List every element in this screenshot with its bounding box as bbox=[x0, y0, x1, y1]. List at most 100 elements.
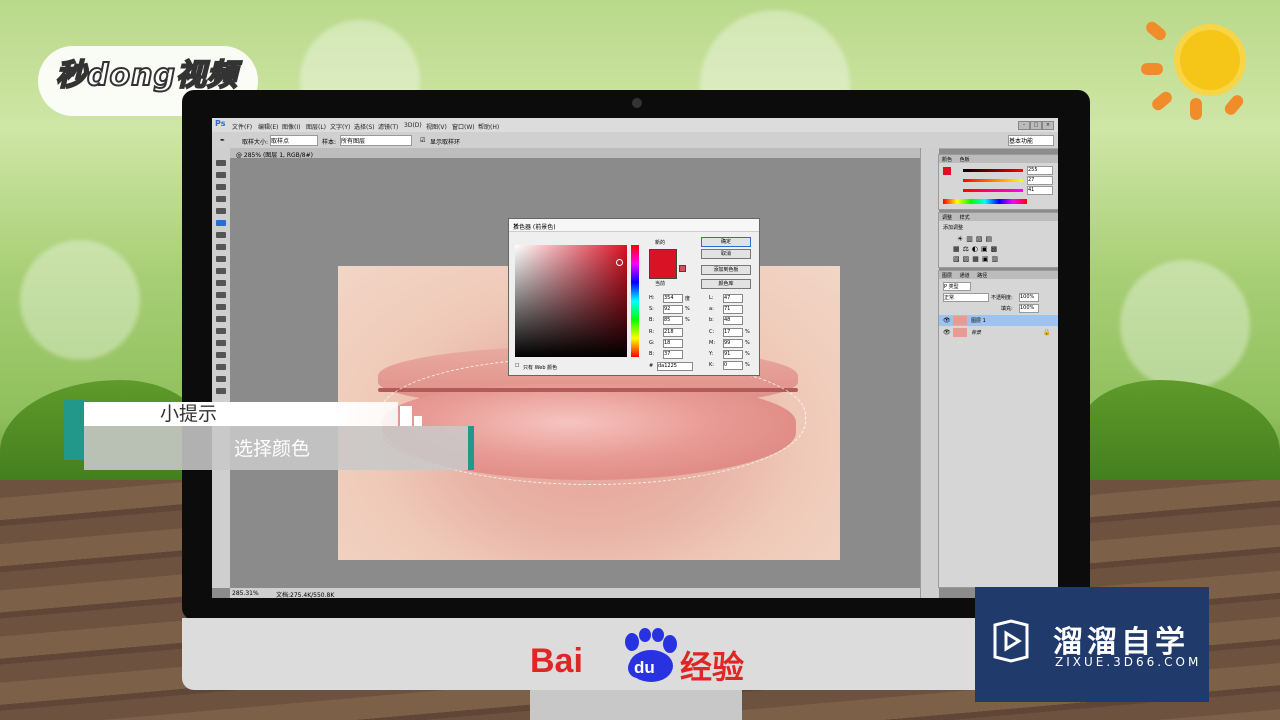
b-value[interactable]: 85 bbox=[663, 316, 683, 325]
layer-row-1[interactable]: 👁 图层 1 bbox=[939, 315, 1058, 326]
dodge-tool-icon[interactable] bbox=[216, 316, 226, 322]
stamp-tool-icon[interactable] bbox=[216, 256, 226, 262]
close-icon[interactable]: ✕ bbox=[513, 222, 753, 230]
h-value[interactable]: 354 bbox=[663, 294, 683, 303]
fill-value[interactable]: 100% bbox=[1019, 304, 1039, 313]
status-bar: 285.31% 文档:275.4K/550.8K bbox=[230, 588, 920, 598]
menu-file[interactable]: 文件(F) bbox=[232, 122, 252, 131]
baidu-du-text: du bbox=[628, 658, 661, 678]
red-slider[interactable] bbox=[963, 169, 1023, 172]
cancel-button[interactable]: 取消 bbox=[701, 249, 751, 259]
menu-filter[interactable]: 滤镜(T) bbox=[378, 122, 398, 131]
type-tool-icon[interactable] bbox=[216, 340, 226, 346]
minimize-button[interactable]: – bbox=[1018, 121, 1030, 130]
green-slider[interactable] bbox=[963, 179, 1023, 182]
sample-size-label: 取样大小: bbox=[242, 139, 269, 146]
pen-tool-icon[interactable] bbox=[216, 328, 226, 334]
picker-cursor[interactable] bbox=[616, 259, 623, 266]
r-value[interactable]: 218 bbox=[663, 328, 683, 337]
menu-type[interactable]: 文字(Y) bbox=[330, 122, 350, 131]
show-ring-checkbox[interactable]: ☑ bbox=[420, 137, 425, 144]
zixue-watermark: 溜溜自学 ZIXUE.3D66.COM bbox=[975, 587, 1209, 702]
r-label: R: bbox=[649, 329, 655, 335]
tip-accent-right bbox=[468, 426, 474, 470]
green-value[interactable]: 27 bbox=[1027, 176, 1053, 185]
tab-styles[interactable]: 样式 bbox=[957, 213, 973, 222]
sample-size-select[interactable]: 取样点 bbox=[270, 135, 318, 146]
y-value[interactable]: 91 bbox=[723, 350, 743, 359]
menu-layer[interactable]: 图层(L) bbox=[306, 122, 326, 131]
marquee-tool-icon[interactable] bbox=[216, 172, 226, 178]
blue-value[interactable]: 37 bbox=[663, 350, 683, 359]
blue-value[interactable]: 41 bbox=[1027, 186, 1053, 195]
eraser-tool-icon[interactable] bbox=[216, 280, 226, 286]
eyedropper-tool-icon[interactable] bbox=[216, 220, 226, 226]
s-value[interactable]: 92 bbox=[663, 305, 683, 314]
c-value[interactable]: 17 bbox=[723, 328, 743, 337]
lab-b-value[interactable]: 48 bbox=[723, 316, 743, 325]
tab-color[interactable]: 颜色 bbox=[939, 155, 955, 164]
blend-mode-select[interactable]: 正常 bbox=[943, 293, 989, 302]
menu-select[interactable]: 选择(S) bbox=[354, 122, 375, 131]
tab-swatches[interactable]: 色板 bbox=[957, 155, 973, 164]
red-value[interactable]: 255 bbox=[1027, 166, 1053, 175]
close-button[interactable]: × bbox=[1042, 121, 1054, 130]
history-brush-tool-icon[interactable] bbox=[216, 268, 226, 274]
tab-channels[interactable]: 通道 bbox=[957, 271, 973, 280]
l-value[interactable]: 47 bbox=[723, 294, 743, 303]
gradient-tool-icon[interactable] bbox=[216, 292, 226, 298]
tab-layers[interactable]: 图层 bbox=[939, 271, 955, 280]
opacity-value[interactable]: 100% bbox=[1019, 293, 1039, 302]
adjustment-icons-row-3[interactable]: ▧▨▦▣▥ bbox=[953, 255, 1001, 263]
adjustment-icons-row-1[interactable]: ☀▥▨▤ bbox=[957, 235, 995, 243]
hex-value[interactable]: da1225 bbox=[657, 362, 693, 371]
lasso-tool-icon[interactable] bbox=[216, 184, 226, 190]
menu-3d[interactable]: 3D(D) bbox=[404, 122, 422, 129]
menu-image[interactable]: 图像(I) bbox=[282, 122, 300, 131]
g-value[interactable]: 18 bbox=[663, 339, 683, 348]
web-only-checkbox[interactable]: ☐ bbox=[515, 363, 519, 369]
hue-slider[interactable] bbox=[631, 245, 639, 357]
gamut-warning-icon[interactable] bbox=[679, 265, 686, 272]
color-libraries-button[interactable]: 颜色库 bbox=[701, 279, 751, 289]
move-tool-icon[interactable] bbox=[216, 160, 226, 166]
zoom-tool-icon[interactable] bbox=[216, 388, 226, 394]
a-value[interactable]: 71 bbox=[723, 305, 743, 314]
sample-size-value: 取样点 bbox=[271, 138, 290, 145]
workspace-select[interactable]: 基本功能 bbox=[1008, 135, 1054, 146]
tab-paths[interactable]: 路径 bbox=[974, 271, 990, 280]
maximize-button[interactable]: □ bbox=[1030, 121, 1042, 130]
m-value[interactable]: 99 bbox=[723, 339, 743, 348]
adjustment-icons-row-2[interactable]: ▦⚖◐▣▩ bbox=[953, 245, 1000, 253]
healing-tool-icon[interactable] bbox=[216, 232, 226, 238]
shape-tool-icon[interactable] bbox=[216, 364, 226, 370]
tab-adjustments[interactable]: 调整 bbox=[939, 213, 955, 222]
menu-window[interactable]: 窗口(W) bbox=[452, 122, 475, 131]
webcam bbox=[632, 98, 642, 108]
add-to-swatches-button[interactable]: 添加到色板 bbox=[701, 265, 751, 275]
crop-tool-icon[interactable] bbox=[216, 208, 226, 214]
eyedropper-icon[interactable]: ✒ bbox=[220, 137, 225, 144]
eye-icon[interactable]: 👁 bbox=[943, 317, 951, 324]
hand-tool-icon[interactable] bbox=[216, 376, 226, 382]
panel-fg-swatch[interactable] bbox=[943, 167, 951, 175]
k-value[interactable]: 0 bbox=[723, 361, 743, 370]
menu-help[interactable]: 帮助(H) bbox=[478, 122, 499, 131]
blue-slider[interactable] bbox=[963, 189, 1023, 192]
menu-view[interactable]: 视图(V) bbox=[426, 122, 447, 131]
h-label: H: bbox=[649, 295, 655, 301]
color-spectrum[interactable] bbox=[943, 199, 1027, 204]
path-select-tool-icon[interactable] bbox=[216, 352, 226, 358]
document-tab[interactable]: @ 285% (图层 1, RGB/8#) bbox=[230, 148, 920, 159]
sun-ray bbox=[1190, 98, 1202, 120]
layer-row-2[interactable]: 👁 背景 🔒 bbox=[939, 327, 1058, 338]
layer-kind-filter[interactable]: P 类型 bbox=[943, 282, 971, 291]
saturation-brightness-field[interactable] bbox=[515, 245, 627, 357]
brush-tool-icon[interactable] bbox=[216, 244, 226, 250]
ok-button[interactable]: 确定 bbox=[701, 237, 751, 247]
quick-select-tool-icon[interactable] bbox=[216, 196, 226, 202]
sample-select[interactable]: 所有图层 bbox=[340, 135, 412, 146]
eye-icon[interactable]: 👁 bbox=[943, 329, 951, 336]
menu-edit[interactable]: 编辑(E) bbox=[258, 122, 278, 131]
blur-tool-icon[interactable] bbox=[216, 304, 226, 310]
